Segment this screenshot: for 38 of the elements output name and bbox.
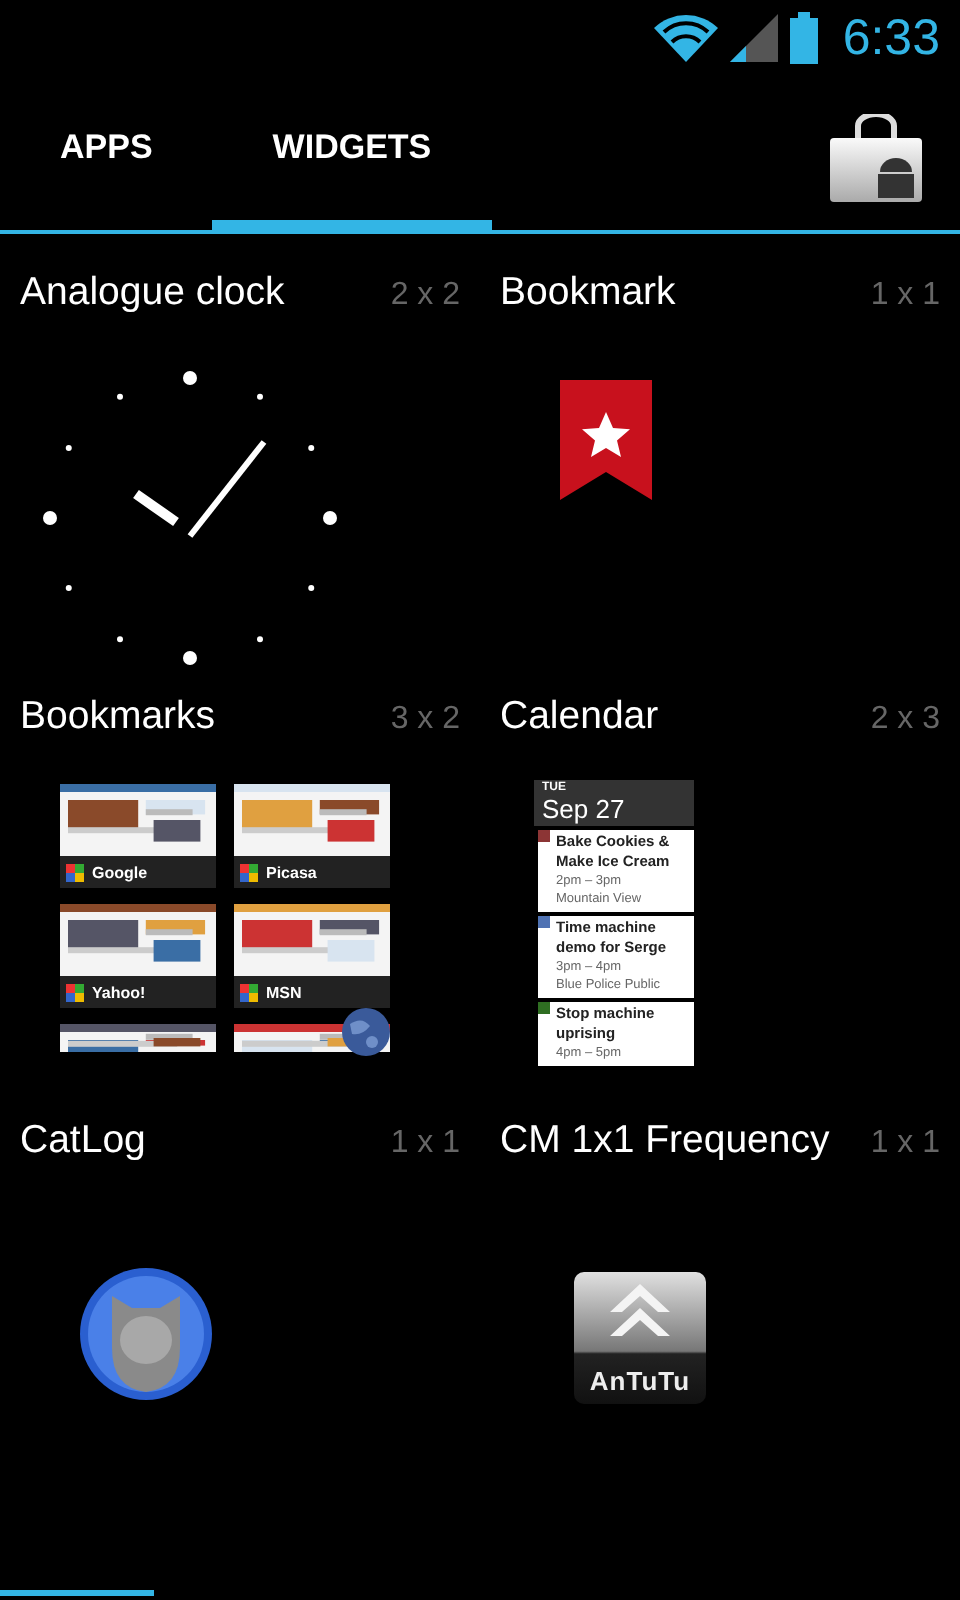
bookmark-icon[interactable] xyxy=(560,380,652,500)
label-bar[interactable]: Google xyxy=(60,856,216,888)
widget-size: 1 x 1 xyxy=(390,1126,460,1162)
label-bar[interactable]: Yahoo! xyxy=(60,976,216,1008)
clock-time: 6:33 xyxy=(842,9,940,67)
widget-name: Bookmark xyxy=(500,270,676,316)
label-bar[interactable]: Picasa xyxy=(234,856,390,888)
bookmark-label: Yahoo! xyxy=(92,983,146,1001)
signal-icon xyxy=(730,14,779,62)
site-icon xyxy=(66,983,84,1001)
widget-name: Calendar xyxy=(500,694,659,740)
widget-name: Analogue clock xyxy=(20,270,285,316)
app-logo[interactable]: AnTuTu xyxy=(574,1272,706,1404)
tab[interactable]: APPS xyxy=(0,76,213,230)
widget-name: CM 1x1 Frequency xyxy=(500,1118,830,1164)
logo-text: AnTuTu xyxy=(589,1366,691,1396)
globe-icon xyxy=(342,1008,390,1056)
site-icon xyxy=(240,983,258,1001)
battery-icon xyxy=(790,12,819,64)
site-icon xyxy=(66,863,84,881)
shopping-bag-icon[interactable] xyxy=(828,113,924,201)
bookmark-label: Google xyxy=(92,863,148,881)
widget-size: 2 x 2 xyxy=(390,278,460,314)
date: Sep 27 xyxy=(542,796,627,824)
label-bar[interactable]: MSN xyxy=(234,976,390,1008)
clock-drawing[interactable] xyxy=(40,368,340,668)
wifi-icon xyxy=(654,14,719,62)
widget-name: Bookmarks xyxy=(20,694,216,740)
tab[interactable]: WIDGETS xyxy=(212,76,492,230)
bookmark-label: MSN xyxy=(266,983,302,1001)
widget-name: CatLog xyxy=(20,1118,146,1164)
widget-size: 1 x 1 xyxy=(870,1126,940,1162)
widget-size: 1 x 1 xyxy=(870,278,940,314)
widget-size: 2 x 3 xyxy=(870,702,940,738)
site-icon xyxy=(240,863,258,881)
widget-size: 3 x 2 xyxy=(390,702,460,738)
cat-icon[interactable] xyxy=(80,1268,212,1400)
bookmark-label: Picasa xyxy=(266,863,317,881)
